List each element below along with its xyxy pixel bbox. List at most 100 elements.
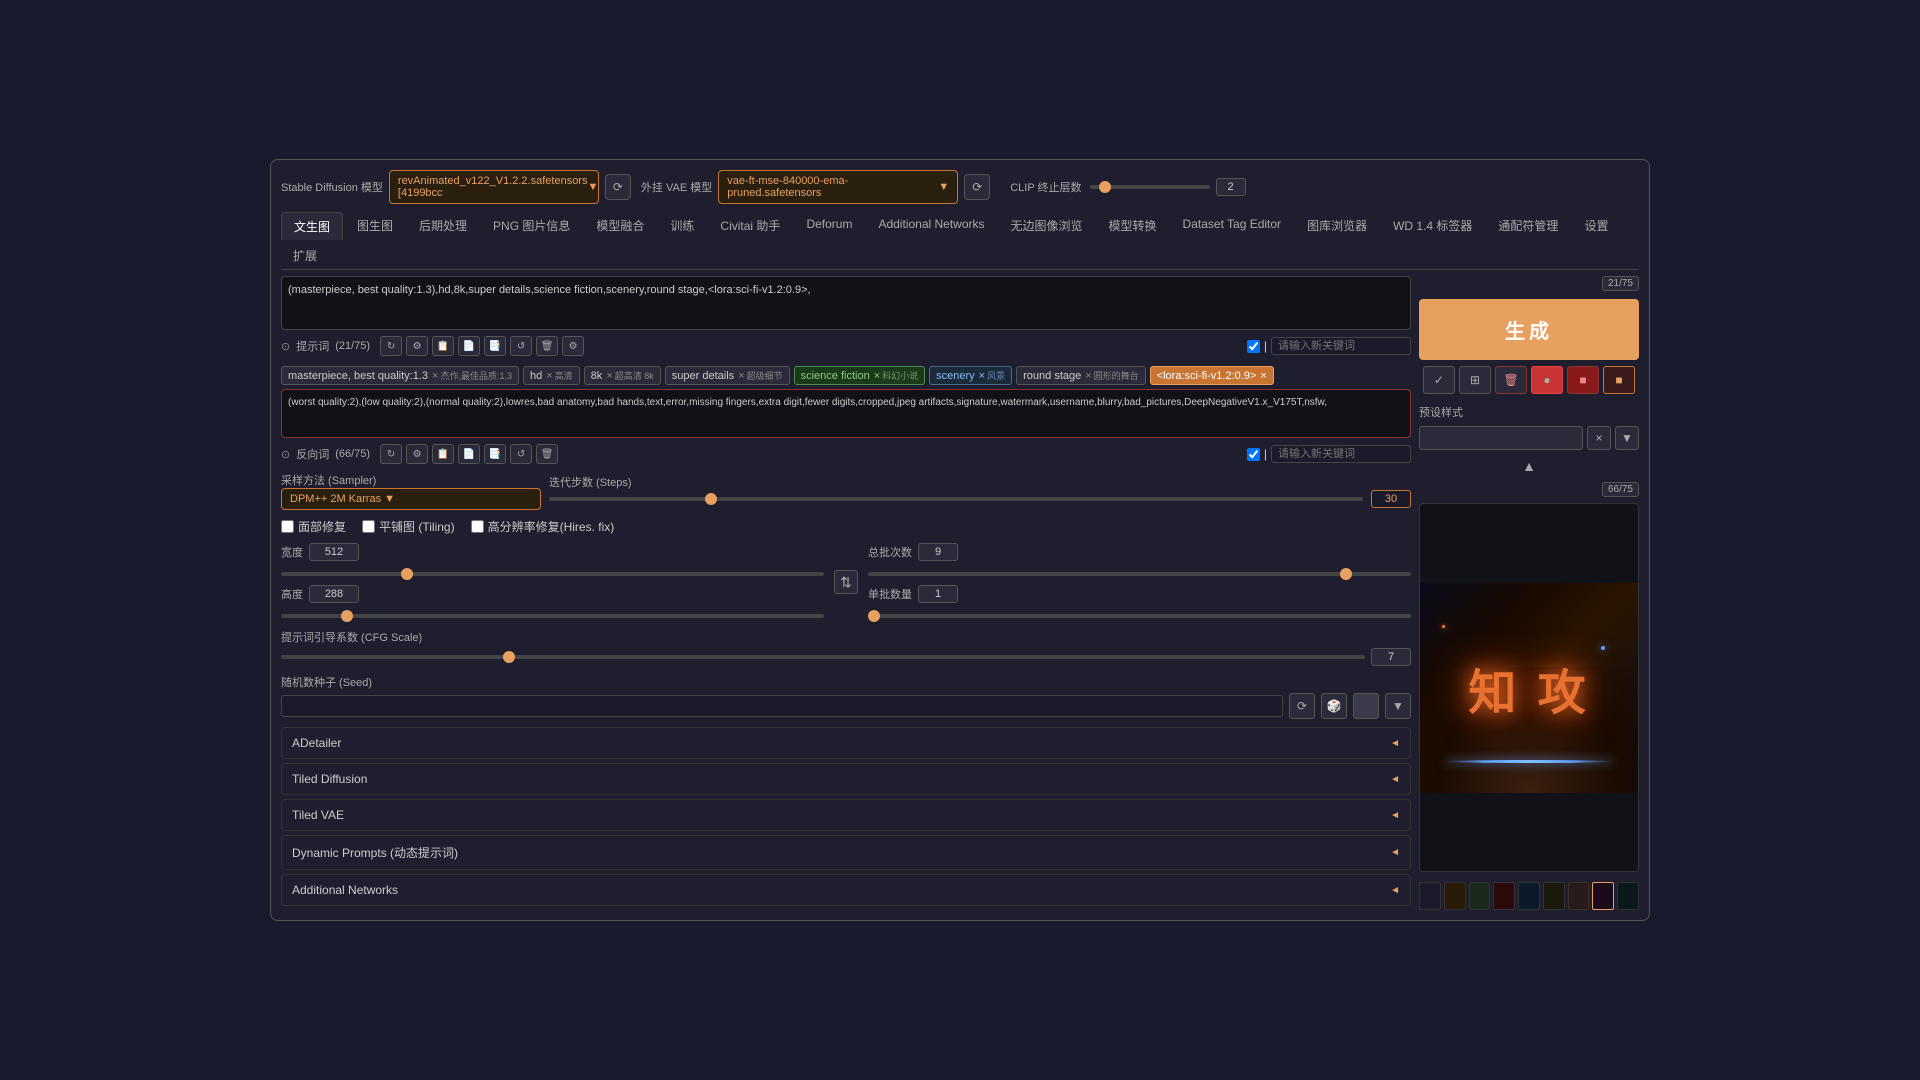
action-color3-btn[interactable]: ■ [1603,366,1635,394]
prompt-icon-btn-4[interactable]: 📄 [458,336,480,356]
prompt-label: 提示词 [296,338,329,354]
neg-icon-btn-2[interactable]: ⚙ [406,444,428,464]
tab-wildcard[interactable]: 通配符管理 [1486,212,1570,240]
vae-refresh-btn[interactable]: ⟳ [964,174,990,200]
style-select[interactable] [1419,426,1583,450]
style-refresh-btn[interactable]: × [1587,426,1611,450]
face-fix-checkbox[interactable]: 面部修复 [281,518,346,535]
thumb-3[interactable] [1469,882,1491,910]
tab-settings[interactable]: 设置 [1572,212,1620,240]
cfg-value[interactable]: 7 [1371,648,1411,666]
thumb-9[interactable] [1617,882,1639,910]
total-batch-slider[interactable] [868,572,1411,576]
tab-deforum[interactable]: Deforum [794,212,864,240]
tab-postprocess[interactable]: 后期处理 [407,212,479,240]
seed-expand-btn[interactable]: ▼ [1385,693,1411,719]
tiling-checkbox[interactable]: 平铺图 (Tiling) [362,518,455,535]
sampler-select[interactable]: DPM++ 2M Karras ▼ [281,488,541,510]
height-value[interactable]: 288 [309,585,359,603]
seed-extra-btn[interactable]: 🎲 [1321,693,1347,719]
thumb-1[interactable] [1419,882,1441,910]
swap-dimensions-btn[interactable]: ⇅ [834,570,858,594]
tab-img2img[interactable]: 图生图 [345,212,405,240]
neg-prompt-checkbox[interactable] [1247,448,1260,461]
seed-refresh-btn[interactable]: ⟳ [1289,693,1315,719]
tag-science-fiction[interactable]: science fiction × 科幻小说 [794,366,926,385]
thumb-5[interactable] [1518,882,1540,910]
clip-slider[interactable] [1090,185,1210,189]
tab-train[interactable]: 训练 [658,212,706,240]
steps-value[interactable]: 30 [1371,490,1411,508]
action-check-btn[interactable]: ✓ [1423,366,1455,394]
prompt-checkbox[interactable] [1247,340,1260,353]
tab-txt2img[interactable]: 文生图 [281,212,343,240]
total-batch-value[interactable]: 9 [918,543,958,561]
steps-slider[interactable] [549,497,1363,501]
tab-civitai[interactable]: Civitai 助手 [708,212,792,240]
height-slider[interactable] [281,614,824,618]
model-refresh-btn[interactable]: ⟳ [605,174,631,200]
style-add-btn[interactable]: ▼ [1615,426,1639,450]
neg-icon-btn-1[interactable]: ↻ [380,444,402,464]
negative-prompt-text[interactable]: (worst quality:2),(low quality:2),(norma… [288,396,1404,431]
tab-browse[interactable]: 无边图像浏览 [999,212,1095,240]
seed-input[interactable]: -1 [281,695,1283,717]
neg-keyword-input[interactable] [1271,445,1411,463]
tag-round-stage[interactable]: round stage × 圆形的舞台 [1016,366,1146,385]
thumb-8[interactable] [1592,882,1614,910]
generate-button[interactable]: 生成 [1419,299,1639,360]
single-batch-slider[interactable] [868,614,1411,618]
accordion-tiled-diffusion: Tiled Diffusion ◄ [281,763,1411,795]
tab-addnet[interactable]: Additional Networks [866,212,996,240]
prompt-keyword-input[interactable] [1271,337,1411,355]
neg-icon-btn-5[interactable]: 📑 [484,444,506,464]
accordion-tiled-vae-header[interactable]: Tiled VAE ◄ [282,800,1410,830]
tab-wd14[interactable]: WD 1.4 标签器 [1381,212,1484,240]
vae-select[interactable]: vae-ft-mse-840000-ema-pruned.safetensors… [718,170,958,204]
tag-scenery[interactable]: scenery × 风景 [929,366,1012,385]
neg-icon-btn-4[interactable]: 📄 [458,444,480,464]
tab-convert[interactable]: 模型转换 [1097,212,1169,240]
prompt-icon-btn-7[interactable]: 🗑 [536,336,558,356]
action-color1-btn[interactable]: ● [1531,366,1563,394]
width-slider[interactable] [281,572,824,576]
tab-gallery[interactable]: 图库浏览器 [1295,212,1379,240]
prompt-icon-btn-2[interactable]: ⚙ [406,336,428,356]
accordion-dynamic-prompts-header[interactable]: Dynamic Prompts (动态提示词) ◄ [282,836,1410,869]
action-trash-btn[interactable]: 🗑 [1495,366,1527,394]
prompt-icon-btn-8[interactable]: ⚙ [562,336,584,356]
tag-8k[interactable]: 8k × 超高清 8k [584,366,661,385]
tag-lora[interactable]: <lora:sci-fi-v1.2:0.9> × [1150,366,1274,385]
prompt-icon-btn-1[interactable]: ↻ [380,336,402,356]
width-value[interactable]: 512 [309,543,359,561]
tab-pnginfo[interactable]: PNG 图片信息 [481,212,582,240]
accordion-additional-networks-header[interactable]: Additional Networks ◄ [282,875,1410,905]
prompt-icon-btn-5[interactable]: 📑 [484,336,506,356]
expand-panel-btn[interactable]: ▲ [1522,458,1536,474]
neg-icon-btn-6[interactable]: ↺ [510,444,532,464]
prompt-icon-btn-3[interactable]: 📋 [432,336,454,356]
tab-merge[interactable]: 模型融合 [584,212,656,240]
cfg-slider[interactable] [281,655,1365,659]
single-batch-value[interactable]: 1 [918,585,958,603]
prompt-icon-btn-6[interactable]: ↺ [510,336,532,356]
hires-fix-checkbox[interactable]: 高分辨率修复(Hires. fix) [471,518,615,535]
action-color2-btn[interactable]: ■ [1567,366,1599,394]
neg-icon-btn-7[interactable]: 🗑 [536,444,558,464]
accordion-tiled-diffusion-header[interactable]: Tiled Diffusion ◄ [282,764,1410,794]
action-grid-btn[interactable]: ⊞ [1459,366,1491,394]
seed-color-btn[interactable] [1353,693,1379,719]
thumb-7[interactable] [1568,882,1590,910]
tag-hd[interactable]: hd × 高清 [523,366,580,385]
thumb-2[interactable] [1444,882,1466,910]
model-select[interactable]: revAnimated_v122_V1.2.2.safetensors [419… [389,170,599,204]
accordion-adetailer-header[interactable]: ADetailer ◄ [282,728,1410,758]
positive-prompt-text[interactable]: (masterpiece, best quality:1.3),hd,8k,su… [288,283,1404,323]
tag-masterpiece[interactable]: masterpiece, best quality:1.3 × 杰作,最佳品质:… [281,366,519,385]
thumb-6[interactable] [1543,882,1565,910]
tab-dataset[interactable]: Dataset Tag Editor [1171,212,1294,240]
tag-super-details[interactable]: super details × 超级细节 [665,366,790,385]
thumb-4[interactable] [1493,882,1515,910]
tab-extensions[interactable]: 扩展 [281,242,329,269]
neg-icon-btn-3[interactable]: 📋 [432,444,454,464]
